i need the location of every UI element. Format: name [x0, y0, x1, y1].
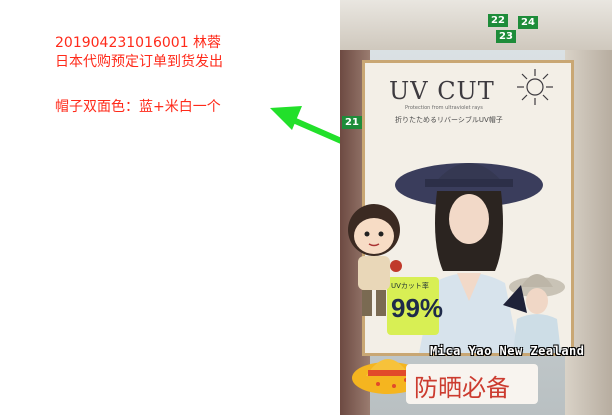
shelf-number: 21: [342, 116, 362, 129]
product-subtitle: Protection from ultraviolet rays: [405, 105, 483, 111]
shelf-number: 24: [518, 16, 538, 29]
product-description: 折りたためるリバーシブルUV帽子: [395, 116, 503, 124]
shelf-number: 22: [488, 14, 508, 27]
order-note-panel: 201904231016001 林蓉 日本代购预定订单到货发出 帽子双面色：蓝+…: [0, 0, 340, 415]
product-photo: 22 23 24 21 UV CUT Protection from ultra…: [340, 0, 612, 415]
cartoon-boy-sticker-icon: [348, 204, 402, 316]
shipping-note: 日本代购预定订单到货发出: [55, 54, 223, 70]
store-shelf: [340, 0, 612, 50]
color-note: 帽子双面色：蓝+米白一个: [55, 99, 221, 115]
order-id-line: 201904231016001 林蓉: [55, 35, 222, 51]
slogan-text: 防晒必备: [414, 374, 510, 402]
brand-logo: UV CUT: [389, 77, 495, 105]
author-watermark: Mica Yao New Zealand: [430, 344, 585, 358]
sun-icon: [517, 69, 553, 105]
shelf-number: 23: [496, 30, 516, 43]
